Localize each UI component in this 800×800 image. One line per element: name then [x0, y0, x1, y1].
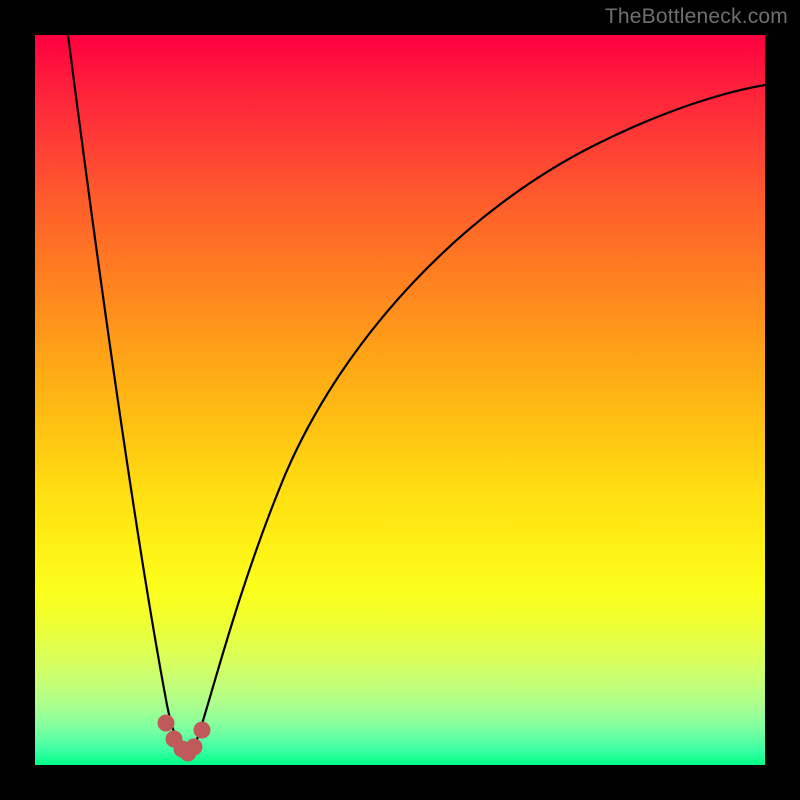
curve-right-branch — [195, 85, 765, 745]
watermark-text: TheBottleneck.com — [605, 5, 788, 29]
valley-dot — [158, 715, 174, 731]
curve-left-branch — [68, 35, 180, 745]
valley-dot — [186, 739, 202, 755]
curve-layer — [35, 35, 765, 765]
chart-frame: TheBottleneck.com — [0, 0, 800, 800]
plot-area — [35, 35, 765, 765]
valley-dot — [194, 722, 210, 738]
valley-cluster — [158, 715, 210, 761]
